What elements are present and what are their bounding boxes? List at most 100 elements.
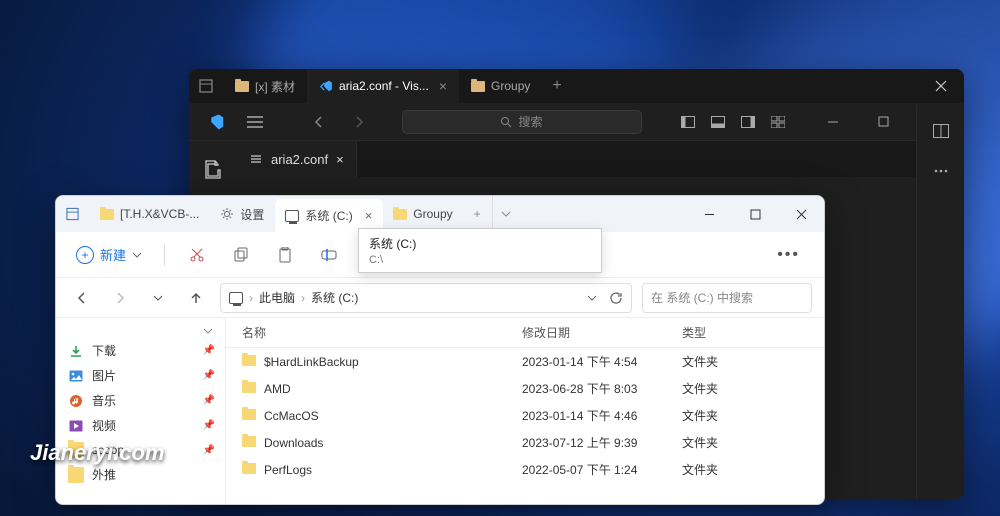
new-button[interactable]: + 新建 [68, 241, 150, 268]
app-menu-icon[interactable] [56, 196, 90, 232]
file-icon [249, 152, 263, 166]
close-icon[interactable]: × [365, 208, 373, 223]
layout-grid-icon[interactable] [764, 103, 792, 141]
column-date[interactable]: 修改日期 [522, 324, 682, 341]
titlebar-tab-thx[interactable]: [T.H.X&VCB-... [90, 196, 210, 232]
maximize-button[interactable] [732, 196, 778, 232]
pin-icon: 📌 [203, 420, 215, 431]
split-editor-icon[interactable] [917, 113, 965, 149]
folder-icon [242, 409, 256, 420]
command-search[interactable]: 搜索 [402, 110, 642, 134]
sidebar-item-waitui[interactable]: 外推 [56, 462, 225, 487]
video-icon [68, 418, 84, 434]
download-icon [68, 343, 84, 359]
table-row[interactable]: Downloads2023-07-12 上午 9:39文件夹 [226, 429, 824, 456]
explorer-titlebar: [T.H.X&VCB-... 设置 系统 (C:) × Groupy + [56, 196, 824, 232]
layout-right-icon[interactable] [734, 103, 762, 141]
more-button[interactable]: ••• [765, 246, 812, 264]
layout-bottom-icon[interactable] [704, 103, 732, 141]
folder-icon [393, 209, 407, 220]
sidebar-label: scoop [92, 443, 124, 457]
vscode-logo-icon [197, 103, 233, 141]
tab-label: [T.H.X&VCB-... [120, 207, 199, 221]
tab-label: [x] 素材 [255, 78, 295, 95]
table-row[interactable]: AMD 2023-06-28 下午 8:03文件夹 [226, 375, 824, 402]
minimize-button[interactable] [686, 196, 732, 232]
sidebar-item-downloads[interactable]: 下载 📌 [56, 338, 225, 363]
breadcrumb-item[interactable]: 系统 (C:) [311, 289, 358, 306]
row-type: 文件夹 [682, 380, 808, 397]
close-icon[interactable]: × [336, 152, 344, 167]
layout-left-icon[interactable] [674, 103, 702, 141]
table-row[interactable]: $HardLinkBackup2023-01-14 下午 4:54文件夹 [226, 348, 824, 375]
breadcrumb-bar[interactable]: › 此电脑 › 系统 (C:) [220, 283, 632, 313]
search-placeholder: 在 系统 (C:) 中搜索 [651, 289, 753, 306]
row-date: 2023-01-14 下午 4:54 [522, 353, 682, 370]
nav-forward-icon[interactable] [106, 284, 134, 312]
folder-icon [68, 442, 84, 458]
music-icon [68, 393, 84, 409]
nav-up-icon[interactable] [182, 284, 210, 312]
app-menu-icon[interactable] [189, 79, 223, 93]
search-placeholder: 搜索 [518, 113, 542, 130]
close-window-button[interactable] [918, 69, 964, 103]
row-name: AMD [264, 382, 291, 396]
row-date: 2023-07-12 上午 9:39 [522, 434, 682, 451]
table-row[interactable]: PerfLogs2022-05-07 下午 1:24文件夹 [226, 456, 824, 483]
maximize-button[interactable] [860, 105, 906, 139]
explorer-icon[interactable] [189, 149, 237, 189]
table-row[interactable]: CcMacOS2023-01-14 下午 4:46文件夹 [226, 402, 824, 429]
sidebar-item-pictures[interactable]: 图片 📌 [56, 363, 225, 388]
nav-forward-icon[interactable] [341, 103, 377, 141]
tooltip-path: C:\ [369, 254, 591, 266]
sidebar-item-scoop[interactable]: scoop 📌 [56, 438, 225, 462]
titlebar-tab-groupy[interactable]: Groupy [383, 196, 463, 232]
column-name[interactable]: 名称 [242, 324, 522, 341]
refresh-icon[interactable] [609, 291, 623, 305]
titlebar-tab-settings[interactable]: 设置 [210, 196, 275, 232]
new-tab-button[interactable]: + [542, 77, 571, 95]
titlebar-tab-aria2[interactable]: aria2.conf - Vis... × [307, 69, 459, 103]
copy-icon[interactable] [223, 237, 259, 273]
close-button[interactable] [778, 196, 824, 232]
titlebar-tab-groupy[interactable]: Groupy [459, 69, 542, 103]
row-type: 文件夹 [682, 407, 808, 424]
plus-icon: + [76, 246, 94, 264]
sidebar-item-music[interactable]: 音乐 📌 [56, 388, 225, 413]
tab-dropdown-icon[interactable] [492, 196, 520, 232]
column-type[interactable]: 类型 [682, 324, 808, 341]
sidebar-collapse-icon[interactable] [56, 324, 225, 338]
new-tab-button[interactable]: + [464, 196, 492, 232]
paste-icon[interactable] [267, 237, 303, 273]
breadcrumb-item[interactable]: 此电脑 [259, 289, 295, 306]
tab-label: 系统 (C:) [305, 207, 352, 224]
folder-icon [242, 382, 256, 393]
search-input[interactable]: 在 系统 (C:) 中搜索 [642, 283, 812, 313]
minimize-button[interactable] [810, 105, 856, 139]
row-type: 文件夹 [682, 434, 808, 451]
sidebar-item-videos[interactable]: 视频 📌 [56, 413, 225, 438]
nav-back-icon[interactable] [68, 284, 96, 312]
list-header[interactable]: 名称 修改日期 类型 [226, 318, 824, 348]
chevron-right-icon: › [249, 291, 253, 305]
explorer-sidebar: 下载 📌 图片 📌 音乐 📌 视频 📌 scoop 📌 [56, 318, 226, 504]
titlebar-tab-material[interactable]: [x] 素材 [223, 69, 307, 103]
rename-icon[interactable] [311, 237, 347, 273]
separator [164, 244, 165, 266]
sidebar-label: 视频 [92, 417, 116, 434]
cut-icon[interactable] [179, 237, 215, 273]
nav-recent-icon[interactable] [144, 284, 172, 312]
tab-label: aria2.conf - Vis... [339, 79, 429, 93]
editor-tab-label: aria2.conf [271, 152, 328, 167]
row-date: 2023-06-28 下午 8:03 [522, 380, 682, 397]
close-icon[interactable]: × [439, 78, 447, 94]
tooltip-title: 系统 (C:) [369, 235, 591, 252]
folder-icon [242, 355, 256, 366]
menu-icon[interactable] [237, 103, 273, 141]
chevron-down-icon[interactable] [587, 295, 597, 301]
nav-back-icon[interactable] [301, 103, 337, 141]
folder-icon [242, 436, 256, 447]
sidebar-label: 下载 [92, 342, 116, 359]
editor-tab-aria2[interactable]: aria2.conf × [237, 141, 357, 177]
more-icon[interactable] [917, 153, 965, 189]
